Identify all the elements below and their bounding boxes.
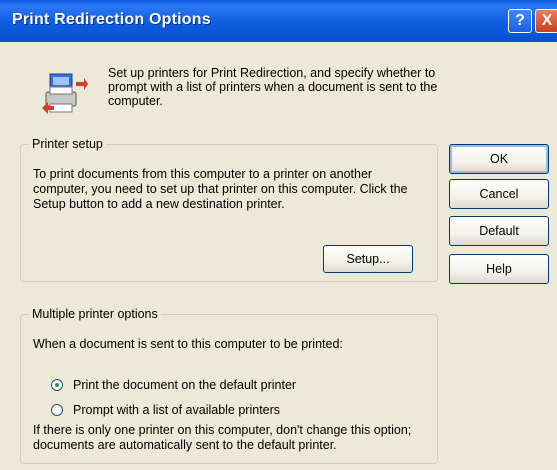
setup-button[interactable]: Setup... xyxy=(323,245,413,273)
title-bar: Print Redirection Options ? X xyxy=(0,0,557,42)
help-button[interactable]: Help xyxy=(449,254,549,284)
printer-setup-group: Printer setup To print documents from th… xyxy=(20,137,438,282)
printer-setup-title: Printer setup xyxy=(29,137,106,151)
ok-button[interactable]: OK xyxy=(449,144,549,174)
dialog-body: Set up printers for Print Redirection, a… xyxy=(0,42,557,470)
cancel-button[interactable]: Cancel xyxy=(449,179,549,209)
window-title: Print Redirection Options xyxy=(12,11,211,28)
close-button[interactable]: X xyxy=(535,9,557,33)
multiple-printer-note: If there is only one printer on this com… xyxy=(33,423,412,452)
question-mark-icon: ? xyxy=(515,12,525,29)
radio-default-printer-label: Print the document on the default printe… xyxy=(73,378,297,392)
help-title-button[interactable]: ? xyxy=(508,9,532,33)
close-icon: X xyxy=(541,12,553,29)
radio-default-printer[interactable]: Print the document on the default printe… xyxy=(51,378,296,392)
multiple-printer-title: Multiple printer options xyxy=(29,307,161,321)
printer-setup-description: To print documents from this computer to… xyxy=(33,167,408,211)
radio-selected-icon[interactable] xyxy=(51,379,63,391)
radio-prompt-list-label: Prompt with a list of available printers xyxy=(73,403,281,417)
radio-unselected-icon[interactable] xyxy=(51,404,63,416)
multiple-printer-intro: When a document is sent to this computer… xyxy=(33,337,343,351)
default-button[interactable]: Default xyxy=(449,216,549,246)
printer-redirect-icon xyxy=(42,73,88,114)
intro-text: Set up printers for Print Redirection, a… xyxy=(108,66,438,108)
multiple-printer-group: Multiple printer options When a document… xyxy=(20,307,438,464)
radio-prompt-list[interactable]: Prompt with a list of available printers xyxy=(51,403,280,417)
